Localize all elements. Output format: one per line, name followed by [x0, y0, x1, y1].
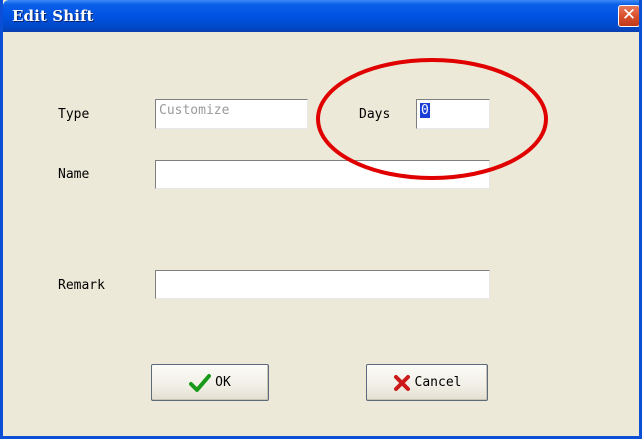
ok-button[interactable]: OK	[151, 364, 269, 401]
close-button[interactable]: ✕	[618, 5, 639, 27]
name-field[interactable]	[155, 160, 490, 189]
remark-label: Remark	[58, 278, 105, 293]
cancel-button-label: Cancel	[414, 375, 462, 390]
days-label: Days	[359, 107, 391, 122]
title-bar[interactable]: Edit Shift ✕	[3, 0, 639, 32]
edit-shift-dialog: Edit Shift ✕ Type Customize Days 0 Name …	[0, 0, 642, 439]
type-field-value: Customize	[159, 103, 230, 118]
name-label: Name	[58, 167, 90, 182]
window-title: Edit Shift	[12, 7, 94, 25]
type-label: Type	[58, 107, 90, 122]
type-field: Customize	[155, 99, 308, 129]
ok-button-label: OK	[215, 375, 231, 390]
remark-field[interactable]	[155, 270, 490, 299]
days-field[interactable]: 0	[416, 99, 490, 129]
days-field-value: 0	[420, 103, 430, 118]
x-mark-icon	[393, 374, 411, 392]
checkmark-icon	[189, 373, 212, 393]
close-icon: ✕	[621, 5, 637, 25]
cancel-button[interactable]: Cancel	[366, 364, 488, 401]
